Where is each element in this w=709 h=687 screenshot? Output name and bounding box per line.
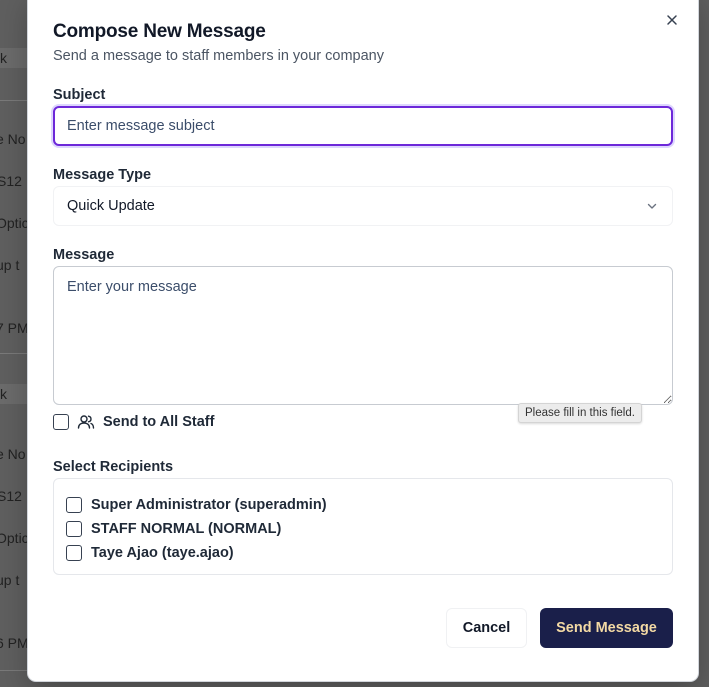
dialog-subtitle: Send a message to staff members in your … <box>53 48 384 64</box>
background-text: e No <box>0 446 26 462</box>
background-text: Optic <box>0 215 29 231</box>
background-text: 6 PM <box>0 635 29 651</box>
message-label: Message <box>53 247 115 263</box>
background-text: S12 <box>0 488 22 504</box>
background-divider <box>0 100 30 101</box>
subject-input[interactable] <box>53 106 673 146</box>
validation-tooltip: Please fill in this field. <box>518 403 642 423</box>
subject-label: Subject <box>53 87 106 103</box>
chevron-down-icon <box>647 203 657 209</box>
send-to-all-checkbox[interactable] <box>53 414 69 430</box>
background-divider <box>0 353 30 354</box>
compose-message-dialog: Compose New Message Send a message to st… <box>28 0 698 681</box>
background-text: 7 PM <box>0 320 29 336</box>
users-icon <box>77 415 95 429</box>
send-to-all-staff-option[interactable]: Send to All Staff <box>53 413 214 431</box>
background-text: up t <box>0 572 20 588</box>
background-text: up t <box>0 257 20 273</box>
recipient-label: Super Administrator (superadmin) <box>91 497 327 513</box>
message-type-label: Message Type <box>53 167 152 183</box>
recipient-label: Taye Ajao (taye.ajao) <box>91 545 234 561</box>
recipient-label: STAFF NORMAL (NORMAL) <box>91 521 282 537</box>
select-recipients-label: Select Recipients <box>53 459 174 475</box>
recipient-checkbox[interactable] <box>66 521 82 537</box>
send-message-button[interactable]: Send Message <box>540 608 673 648</box>
message-textarea[interactable] <box>53 266 673 405</box>
recipient-item[interactable]: STAFF NORMAL (NORMAL) <box>66 517 660 541</box>
background-text: k <box>0 386 7 402</box>
close-icon[interactable] <box>664 12 680 28</box>
cancel-button[interactable]: Cancel <box>446 608 527 648</box>
background-text: k <box>0 50 7 66</box>
dialog-title: Compose New Message <box>53 21 266 42</box>
background-text: S12 <box>0 173 22 189</box>
background-text: e No <box>0 131 26 147</box>
send-to-all-label: Send to All Staff <box>103 414 215 430</box>
message-type-selected-value: Quick Update <box>67 198 155 214</box>
message-type-select[interactable]: Quick Update <box>53 186 673 226</box>
background-divider <box>0 670 30 671</box>
recipient-checkbox[interactable] <box>66 545 82 561</box>
background-text: Optic <box>0 530 29 546</box>
recipient-item[interactable]: Super Administrator (superadmin) <box>66 493 660 517</box>
recipient-checkbox[interactable] <box>66 497 82 513</box>
recipients-list: Super Administrator (superadmin) STAFF N… <box>53 478 673 575</box>
recipient-item[interactable]: Taye Ajao (taye.ajao) <box>66 541 660 565</box>
